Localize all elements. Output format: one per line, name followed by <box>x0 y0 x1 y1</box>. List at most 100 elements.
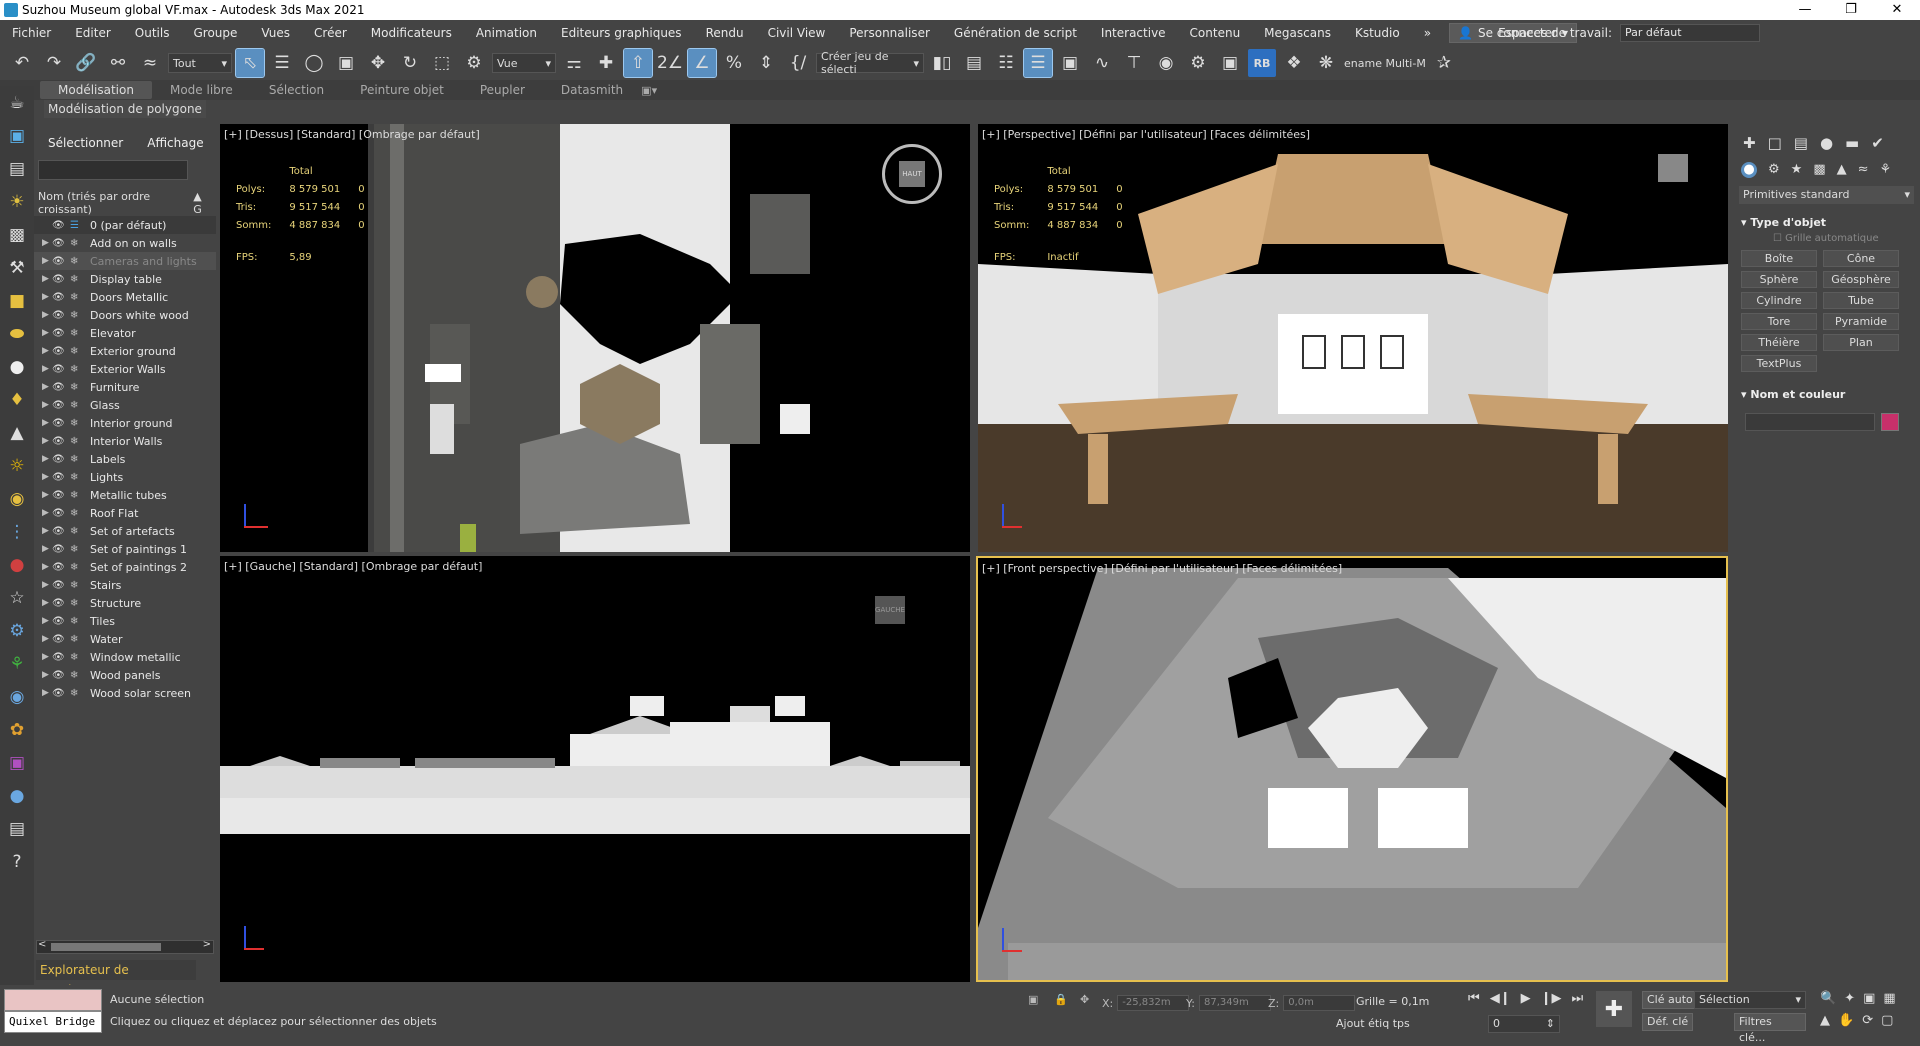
undo-icon[interactable]: ↶ <box>8 49 36 77</box>
lights-icon[interactable]: ★ <box>1791 162 1803 178</box>
render-icon[interactable]: ▣ <box>0 746 34 779</box>
visibility-eye-icon[interactable]: 👁 <box>52 652 66 663</box>
ribbon-options-icon[interactable]: ▣▾ <box>641 84 657 97</box>
visibility-eye-icon[interactable]: 👁 <box>52 346 66 357</box>
play-icon[interactable]: ▶ <box>1521 991 1531 1006</box>
viewport-perspective[interactable]: [+] [Perspective] [Défini par l'utilisat… <box>978 124 1728 552</box>
freeze-icon[interactable]: ❄ <box>70 508 84 519</box>
render-production-icon[interactable]: RB <box>1248 49 1276 77</box>
shapes-icon[interactable]: ⚙ <box>1768 162 1780 178</box>
visibility-eye-icon[interactable]: 👁 <box>52 310 66 321</box>
zoom-extents-icon[interactable]: ▣ <box>1863 991 1875 1006</box>
rollout-object-type[interactable]: ▾ Type d'objet <box>1741 216 1912 229</box>
freeze-icon[interactable]: ❄ <box>70 580 84 591</box>
toggle-scene-explorer-icon[interactable]: ☰ <box>1023 48 1053 78</box>
visibility-eye-icon[interactable]: 👁 <box>52 436 66 447</box>
expand-arrow-icon[interactable]: ▶ <box>42 436 52 446</box>
viewport-front-perspective[interactable]: [+] [Front perspective] [Défini par l'ut… <box>976 556 1728 982</box>
named-selection-dropdown[interactable]: Créer jeu de sélecti ▾ <box>816 50 924 76</box>
pyramid-button[interactable]: Pyramide <box>1823 313 1899 330</box>
object-color-swatch[interactable] <box>1881 413 1899 431</box>
layer-row[interactable]: ▶ 👁 ❄ Exterior Walls <box>34 360 216 378</box>
isolate-icon[interactable]: ▣ <box>1028 993 1038 1006</box>
visibility-eye-icon[interactable]: 👁 <box>52 580 66 591</box>
tab-mode-libre[interactable]: Mode libre <box>152 83 251 97</box>
render-iterative-icon[interactable]: ❖ <box>1280 49 1308 77</box>
viewport-perspective-label[interactable]: [+] [Perspective] [Défini par l'utilisat… <box>982 128 1310 141</box>
viewport-left[interactable]: [+] [Gauche] [Standard] [Ombrage par déf… <box>220 556 970 982</box>
menu-display[interactable]: Affichage <box>147 136 203 150</box>
menu-interactive[interactable]: Interactive <box>1089 26 1178 40</box>
move-icon[interactable]: ✥ <box>364 49 392 77</box>
expand-arrow-icon[interactable]: ▶ <box>42 364 52 374</box>
freeze-icon[interactable]: ❄ <box>70 274 84 285</box>
foliage-icon[interactable]: ⚘ <box>0 647 34 680</box>
visibility-eye-icon[interactable]: 👁 <box>52 598 66 609</box>
key-filter-dropdown[interactable]: Sélection ▾ <box>1694 991 1806 1009</box>
freeze-icon[interactable]: ❄ <box>70 544 84 555</box>
visibility-eye-icon[interactable]: 👁 <box>52 562 66 573</box>
pivot-icon[interactable]: ⚎ <box>560 49 588 77</box>
ribbon-icon[interactable]: ▣ <box>1056 49 1084 77</box>
set-key-icon[interactable]: ✚ <box>1596 991 1632 1027</box>
select-by-name-icon[interactable]: ☰ <box>268 49 296 77</box>
add-time-tag[interactable]: Ajout étiq tps <box>1336 1017 1410 1030</box>
redo-icon[interactable]: ↷ <box>40 49 68 77</box>
modify-tab-icon[interactable]: □ <box>1768 134 1782 152</box>
edit-named-sel-icon[interactable]: {/ <box>784 49 812 77</box>
tab-modelisation[interactable]: Modélisation <box>40 81 152 99</box>
expand-arrow-icon[interactable]: ▶ <box>42 454 52 464</box>
freeze-icon[interactable]: ❄ <box>70 490 84 501</box>
layer-row[interactable]: ▶ 👁 ❄ Interior Walls <box>34 432 216 450</box>
unlink-icon[interactable]: ⚯ <box>104 49 132 77</box>
menu-megascans[interactable]: Megascans <box>1252 26 1343 40</box>
expand-arrow-icon[interactable]: ▶ <box>42 292 52 302</box>
menu-overflow-icon[interactable]: » <box>1412 26 1443 40</box>
visibility-eye-icon[interactable]: 👁 <box>52 400 66 411</box>
menu-personnaliser[interactable]: Personnaliser <box>837 26 942 40</box>
visibility-eye-icon[interactable]: 👁 <box>52 670 66 681</box>
ribbon-sub-tab[interactable]: Modélisation de polygone <box>44 100 206 118</box>
scene-explorer-icon[interactable]: ▣ <box>0 119 34 152</box>
maximize-button[interactable]: ❐ <box>1828 0 1874 20</box>
scroll-thumb[interactable] <box>51 943 161 951</box>
layer-row[interactable]: ▶ 👁 ❄ Tiles <box>34 612 216 630</box>
layer-explorer-icon[interactable]: ☷ <box>992 49 1020 77</box>
menu-script[interactable]: Génération de script <box>942 26 1089 40</box>
freeze-icon[interactable]: ❄ <box>70 436 84 447</box>
viewcube[interactable] <box>1658 154 1688 182</box>
visibility-eye-icon[interactable]: 👁 <box>52 544 66 555</box>
plane-button[interactable]: Plan <box>1823 334 1899 351</box>
fov-icon[interactable]: ▲ <box>1820 1013 1830 1028</box>
freeze-icon[interactable]: ❄ <box>70 634 84 645</box>
visibility-eye-icon[interactable]: 👁 <box>52 256 66 267</box>
freeze-icon[interactable]: ❄ <box>70 454 84 465</box>
visibility-eye-icon[interactable]: 👁 <box>52 490 66 501</box>
layer-row[interactable]: ▶ 👁 ❄ Cameras and lights <box>34 252 216 270</box>
box-icon[interactable]: ■ <box>0 284 34 317</box>
viewcube-face[interactable]: HAUT <box>899 161 925 187</box>
layer-row[interactable]: ▶ 👁 ❄ Labels <box>34 450 216 468</box>
tube-button[interactable]: Tube <box>1823 292 1899 309</box>
script-icon[interactable]: ● <box>0 779 34 812</box>
visibility-eye-icon[interactable]: 👁 <box>52 616 66 627</box>
expand-arrow-icon[interactable]: ▶ <box>42 634 52 644</box>
freeze-icon[interactable]: ❄ <box>70 652 84 663</box>
expand-arrow-icon[interactable]: ▶ <box>42 346 52 356</box>
zoom-extents-all-icon[interactable]: ▦ <box>1883 991 1895 1006</box>
menu-editer[interactable]: Editer <box>63 26 123 40</box>
particle-icon[interactable]: ⋮ <box>0 515 34 548</box>
spacewarps-icon[interactable]: ≈ <box>1858 162 1869 178</box>
visibility-eye-icon[interactable]: 👁 <box>52 454 66 465</box>
auto-key-button[interactable]: Clé auto <box>1642 991 1698 1009</box>
layer-row[interactable]: ▶ 👁 ❄ Water <box>34 630 216 648</box>
selection-region-icon[interactable]: ◯ <box>300 49 328 77</box>
layer-row[interactable]: ▶ 👁 ❄ Stairs <box>34 576 216 594</box>
geometry-icon[interactable]: ● <box>1741 162 1757 178</box>
expand-arrow-icon[interactable]: ▶ <box>42 580 52 590</box>
visibility-eye-icon[interactable]: 👁 <box>52 328 66 339</box>
coord-y-field[interactable]: 87,349m <box>1198 995 1271 1011</box>
geosphere-button[interactable]: Géosphère <box>1823 271 1899 288</box>
torus-button[interactable]: Tore <box>1741 313 1817 330</box>
tab-peupler[interactable]: Peupler <box>462 83 543 97</box>
